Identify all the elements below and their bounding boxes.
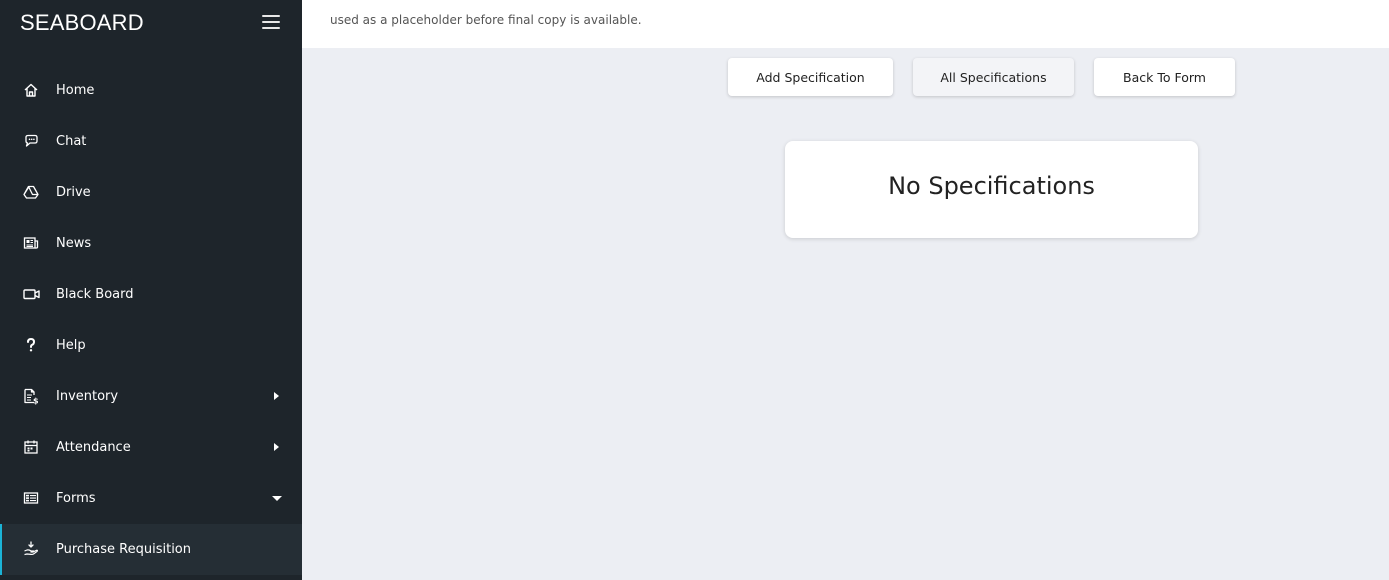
invoice-icon: $ [22,387,40,405]
empty-state-card: No Specifications [785,141,1198,238]
sidebar-item-label: Inventory [56,389,119,404]
add-specification-button[interactable]: Add Specification [728,58,893,96]
sidebar-item-black-board[interactable]: Black Board [0,269,302,320]
sidebar-item-label: Chat [56,134,87,149]
empty-state-title: No Specifications [888,171,1095,200]
home-icon [22,81,40,99]
back-to-form-button[interactable]: Back To Form [1094,58,1235,96]
svg-text:$: $ [33,396,39,405]
sidebar-item-drive[interactable]: Drive [0,167,302,218]
help-icon [22,336,40,354]
all-specifications-button[interactable]: All Specifications [913,58,1074,96]
sidebar-item-label: Forms [56,491,96,506]
sidebar-item-inventory[interactable]: $ Inventory [0,371,302,422]
sidebar-item-news[interactable]: News [0,218,302,269]
sidebar-item-chat[interactable]: Chat [0,116,302,167]
sidebar-item-home[interactable]: Home [0,65,302,116]
menu-toggle-icon[interactable] [262,15,280,31]
sidebar-item-label: Drive [56,185,91,200]
sidebar-item-label: Home [56,83,95,98]
sidebar-nav: Home Chat Drive News Black Board Help $ … [0,65,302,575]
news-icon [22,234,40,252]
sidebar-item-attendance[interactable]: Attendance [0,422,302,473]
drive-icon [22,183,40,201]
sidebar-item-label: Help [56,338,86,353]
sidebar-item-forms[interactable]: Forms [0,473,302,524]
sidebar-item-purchase-requisition[interactable]: Purchase Requisition [0,524,302,575]
sidebar-item-label: Black Board [56,287,134,302]
forms-icon [22,489,40,507]
sidebar-item-help[interactable]: Help [0,320,302,371]
sidebar-item-label: Purchase Requisition [56,542,192,557]
sidebar: SEABOARD Home Chat Drive News Black Boar… [0,0,302,580]
brand-logo: SEABOARD [20,10,144,35]
chevron-down-icon [272,496,282,501]
top-bar: used as a placeholder before final copy … [302,0,1389,48]
hand-coin-icon [22,540,40,558]
chat-icon [22,132,40,150]
chevron-right-icon [274,443,279,451]
announcement-ticker: used as a placeholder before final copy … [330,13,642,27]
calendar-icon [22,438,40,456]
sidebar-item-label: News [56,236,92,251]
chevron-right-icon [274,392,279,400]
sidebar-item-label: Attendance [56,440,131,455]
video-icon [22,285,40,303]
